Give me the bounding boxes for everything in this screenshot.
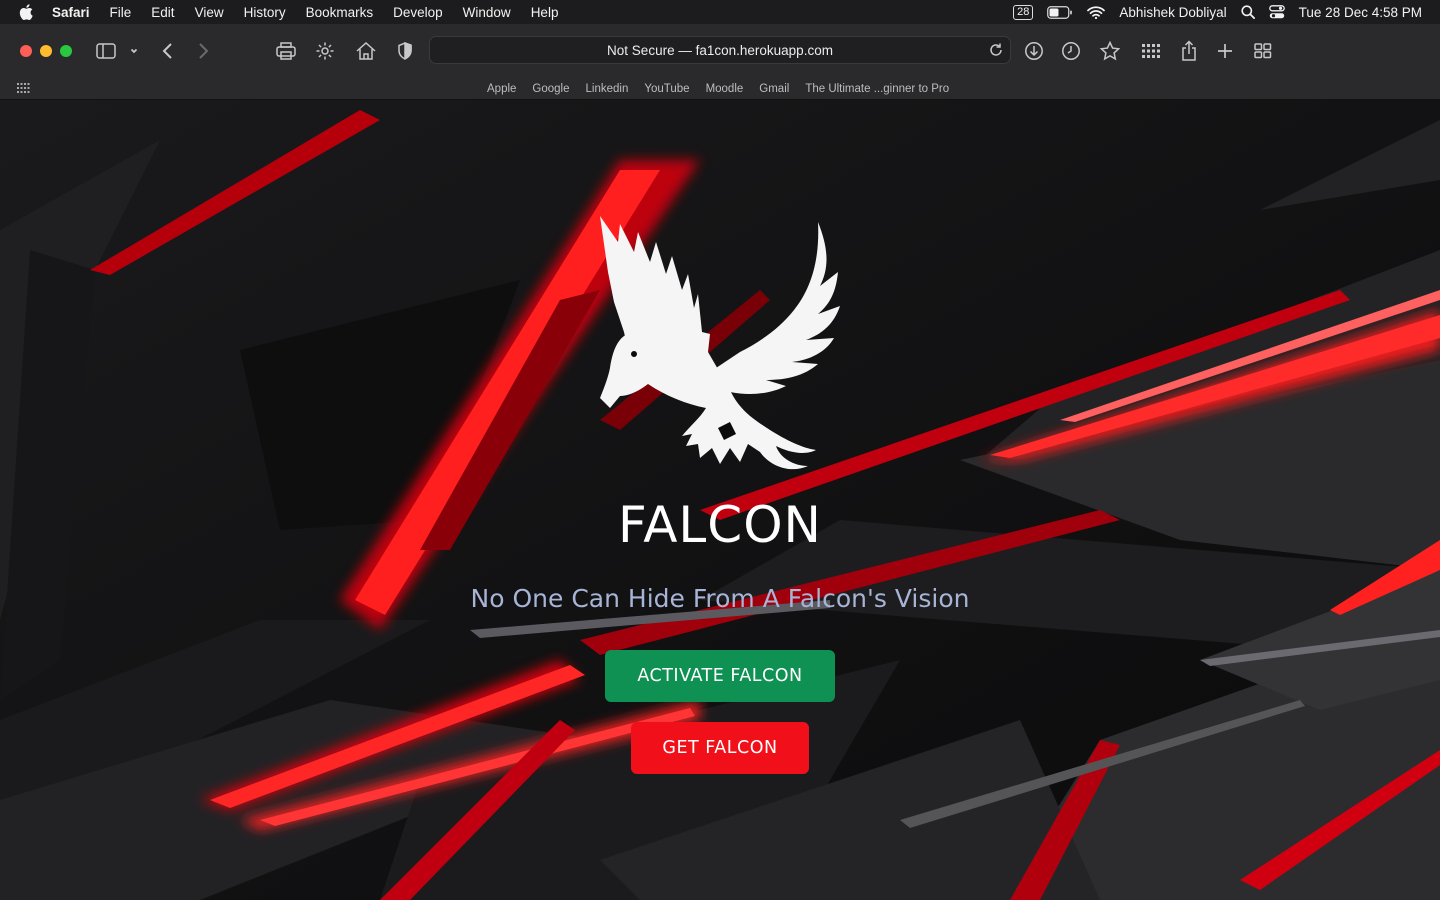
get-falcon-button[interactable]: GET FALCON — [631, 722, 809, 774]
menu-history[interactable]: History — [234, 5, 296, 20]
window-controls — [20, 44, 72, 57]
chevron-down-icon[interactable] — [129, 47, 139, 55]
home-icon[interactable] — [355, 41, 377, 61]
battery-icon[interactable] — [1047, 5, 1073, 19]
wifi-icon[interactable] — [1087, 5, 1106, 19]
tagline: No One Can Hide From A Falcon's Vision — [470, 584, 970, 613]
settings-icon[interactable] — [315, 41, 335, 61]
clock-datetime[interactable]: Tue 28 Dec 4:58 PM — [1299, 5, 1422, 20]
favorite-moodle[interactable]: Moodle — [698, 83, 752, 95]
history-icon[interactable] — [1061, 41, 1081, 61]
print-icon[interactable] — [275, 41, 297, 61]
minimize-window-button[interactable] — [40, 44, 52, 57]
activate-falcon-button[interactable]: ACTIVATE FALCON — [605, 650, 835, 702]
apple-icon[interactable] — [0, 4, 52, 20]
favorite-youtube[interactable]: YouTube — [636, 83, 697, 95]
falcon-logo — [590, 212, 850, 482]
url-domain: fa1con.herokuapp.com — [695, 42, 833, 58]
brand-title: FALCON — [618, 496, 822, 554]
search-icon[interactable] — [1241, 5, 1255, 19]
close-window-button[interactable] — [20, 44, 32, 57]
browser-toolbar: Not Secure — fa1con.herokuapp.com — [0, 24, 1440, 77]
apps-grid-icon[interactable] — [1141, 43, 1161, 59]
security-label: Not Secure — — [607, 42, 692, 58]
menu-file[interactable]: File — [100, 5, 142, 20]
user-name[interactable]: Abhishek Dobliyal — [1119, 5, 1226, 20]
sidebar-icon[interactable] — [96, 42, 118, 59]
downloads-icon[interactable] — [1024, 41, 1044, 61]
bookmark-star-icon[interactable] — [1099, 40, 1121, 61]
favorites-grid-icon[interactable] — [16, 81, 30, 100]
menu-app-name[interactable]: Safari — [52, 5, 100, 20]
new-tab-icon[interactable] — [1216, 42, 1234, 60]
favorite-ultimate-guide[interactable]: The Ultimate ...ginner to Pro — [797, 83, 957, 95]
web-page: FALCON No One Can Hide From A Falcon's V… — [0, 100, 1440, 900]
reload-icon[interactable] — [988, 42, 1004, 61]
share-icon[interactable] — [1180, 39, 1198, 62]
favorites-bar: Apple Google Linkedin YouTube Moodle Gma… — [0, 77, 1440, 100]
menu-edit[interactable]: Edit — [141, 5, 184, 20]
zoom-window-button[interactable] — [60, 44, 72, 57]
menu-help[interactable]: Help — [521, 5, 569, 20]
menu-bar: Safari File Edit View History Bookmarks … — [0, 0, 1440, 24]
status-badge[interactable]: 28 — [1013, 4, 1034, 20]
favorite-apple[interactable]: Apple — [479, 83, 524, 95]
menu-window[interactable]: Window — [453, 5, 521, 20]
menu-bookmarks[interactable]: Bookmarks — [296, 5, 384, 20]
back-icon[interactable] — [161, 42, 175, 60]
forward-icon[interactable] — [196, 42, 210, 60]
address-bar[interactable]: Not Secure — fa1con.herokuapp.com — [429, 36, 1011, 64]
control-center-icon[interactable] — [1268, 5, 1285, 19]
menu-view[interactable]: View — [185, 5, 234, 20]
favorite-linkedin[interactable]: Linkedin — [578, 83, 637, 95]
menu-develop[interactable]: Develop — [383, 5, 453, 20]
favorite-gmail[interactable]: Gmail — [751, 83, 797, 95]
shield-icon[interactable] — [396, 41, 414, 61]
tab-overview-icon[interactable] — [1253, 42, 1273, 60]
favorite-google[interactable]: Google — [524, 83, 577, 95]
